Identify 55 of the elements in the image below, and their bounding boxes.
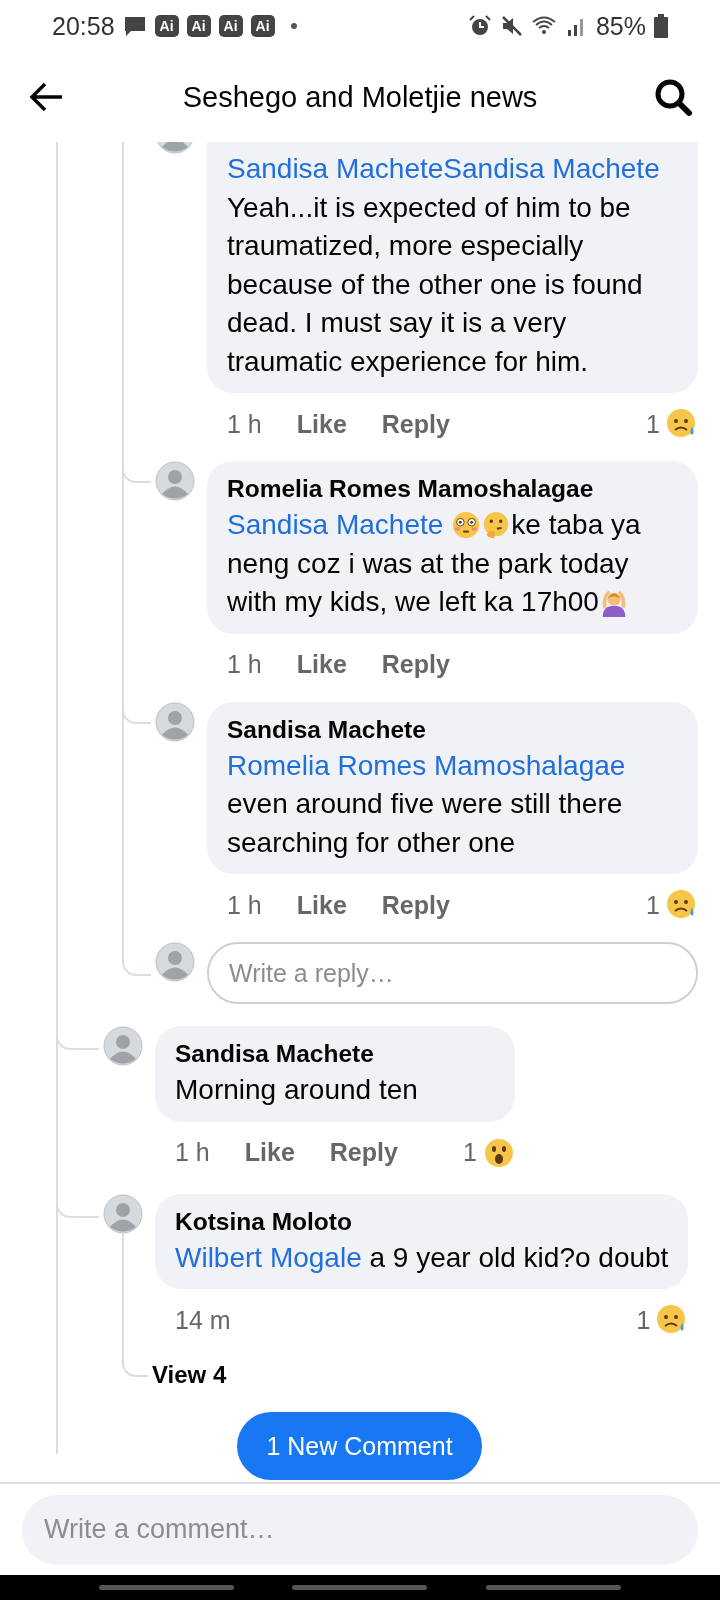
sad-reaction-icon [666, 408, 698, 440]
dot-icon [290, 23, 297, 29]
avatar[interactable] [155, 461, 195, 501]
avatar[interactable] [103, 1193, 143, 1234]
battery-icon [654, 14, 668, 38]
wow-reaction-icon [482, 1136, 515, 1169]
comment-time: 1 h [227, 650, 262, 679]
comment-text: Sandisa MacheteSandisa Machete Yeah...it is expected of him to be traumatized, more especially because of the other one is found dead. I must say it is a very traumatic experience for him. [227, 152, 661, 379]
like-link[interactable]: Like [296, 890, 347, 920]
mention-link[interactable]: Wilbert Mogale [175, 1241, 362, 1273]
reply-link[interactable]: Reply [381, 409, 450, 439]
sad-reaction-icon [666, 889, 698, 921]
reaction-count: 1 [462, 1138, 477, 1167]
reply-link[interactable]: Reply [329, 1138, 398, 1167]
reply-link[interactable]: Reply [381, 650, 450, 679]
flushed-face-icon [451, 510, 482, 540]
app-badge: Ai [218, 15, 243, 37]
author-name[interactable]: Sandisa Machete [175, 1036, 495, 1071]
avatar[interactable] [103, 1026, 143, 1066]
comment-text: Wilbert Mogale a 9 year old kid?o doubt [175, 1240, 669, 1275]
mention-link[interactable]: Romelia Romes Mamoshalagae [227, 749, 626, 781]
comment-time: 1 h [227, 409, 262, 439]
author-name[interactable]: Sandisa Machete [227, 711, 678, 747]
mention-link[interactable]: Sandisa MacheteSandisa Machete [227, 153, 660, 184]
like-link[interactable]: Like [296, 409, 347, 439]
app-badge: Ai [186, 15, 211, 37]
comment-field[interactable]: Write a comment… [22, 1494, 698, 1565]
new-comment-button[interactable]: 1 New Comment [237, 1412, 482, 1480]
comment-text: Romelia Romes Mamoshalagae even around five were still there searching for other one [227, 748, 627, 860]
comment-time: 1 h [227, 890, 262, 920]
page-title: Seshego and Moletjie news [181, 80, 539, 114]
reaction-count: 1 [646, 890, 660, 920]
battery-percent: 85% [595, 11, 646, 41]
like-link[interactable]: Like [296, 650, 347, 679]
clock: 20:58 [52, 11, 115, 41]
comment-text: Morning around ten [175, 1073, 419, 1107]
comment-time: 14 m [175, 1305, 231, 1335]
mention-link[interactable]: Sandisa Machete [227, 509, 444, 540]
reply-field[interactable]: Write a reply… [207, 942, 698, 1004]
message-icon [122, 14, 147, 38]
comment-text: Sandisa Machete ke taba ya neng coz i was at the park today with my kids, we left ka 17h00 [227, 508, 642, 619]
alarm-icon [467, 14, 492, 38]
reaction-count: 1 [636, 1305, 651, 1335]
app-badge: Ai [154, 15, 179, 37]
avatar[interactable] [155, 701, 195, 742]
mute-icon [499, 14, 524, 38]
view-replies-link[interactable]: View 4 [152, 1361, 227, 1388]
comment-time: 1 h [175, 1138, 210, 1167]
reaction-count: 1 [646, 409, 660, 439]
author-name[interactable]: Kotsina Moloto [175, 1203, 669, 1239]
like-link[interactable]: Like [244, 1138, 295, 1167]
reply-link[interactable]: Reply [381, 890, 450, 920]
avatar[interactable] [155, 942, 195, 982]
app-badge: Ai [250, 15, 275, 37]
author-name[interactable]: Romelia Romes Mamoshalagae [227, 471, 678, 506]
